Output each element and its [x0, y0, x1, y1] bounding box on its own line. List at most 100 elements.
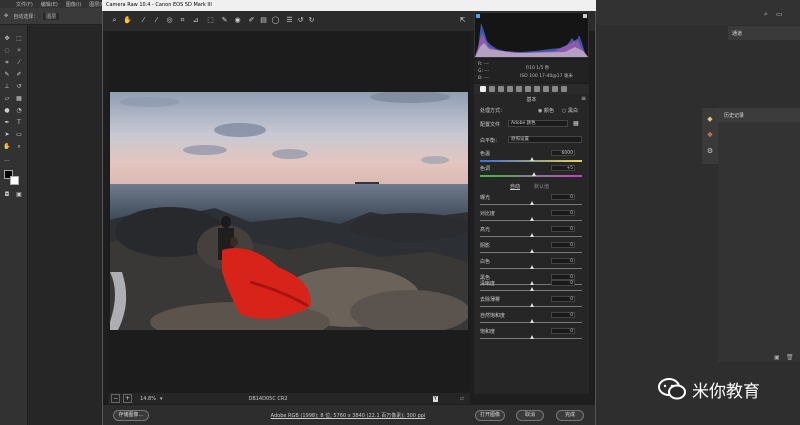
profile-dropdown[interactable]: Adobe 颜色	[508, 120, 568, 127]
white-balance-icon[interactable]: ⁄	[139, 16, 148, 25]
fullscreen-icon[interactable]: ⇱	[458, 16, 467, 25]
panel-menu-icon[interactable]: ≡	[581, 95, 586, 102]
hand-icon[interactable]: ✋	[123, 16, 132, 25]
quick-mask-icon[interactable]: ◘	[3, 191, 11, 199]
slider-thumb[interactable]	[530, 249, 534, 253]
tab-presets-icon[interactable]	[552, 86, 558, 92]
done-button[interactable]: 完成	[556, 410, 584, 421]
temp-slider-thumb[interactable]	[530, 157, 534, 161]
graduated-filter-icon[interactable]: ▤	[259, 16, 268, 25]
marquee-tool-icon[interactable]: ⬚	[15, 35, 23, 43]
tab-basic-icon[interactable]	[480, 86, 486, 92]
shadow-clip-icon[interactable]	[476, 14, 480, 18]
wb-dropdown[interactable]: 原照设置	[508, 136, 582, 143]
swatches-icon[interactable]: ❖	[705, 130, 715, 140]
tab-history[interactable]: 历史记录	[718, 108, 800, 122]
bw-radio[interactable]: ○ 黑白	[562, 107, 578, 114]
menu-image[interactable]: 图像(I)	[66, 1, 81, 8]
slider-value[interactable]: 0	[551, 210, 575, 216]
tab-hsl-icon[interactable]	[507, 86, 513, 92]
slider-thumb[interactable]	[530, 265, 534, 269]
preferences-icon[interactable]: ☰	[285, 16, 294, 25]
rotate-left-icon[interactable]: ↺	[296, 16, 305, 25]
tab-tone-curve-icon[interactable]	[489, 86, 495, 92]
save-image-button[interactable]: 存储图像…	[113, 410, 149, 421]
menu-file[interactable]: 文件(F)	[16, 1, 33, 8]
tab-snapshots-icon[interactable]	[561, 86, 567, 92]
background-color-swatch[interactable]	[10, 176, 19, 185]
targeted-adjust-icon[interactable]: ◎	[165, 16, 174, 25]
move-icon[interactable]: ✥	[4, 13, 8, 19]
open-image-button[interactable]: 打开图像	[475, 410, 505, 421]
profile-browser-icon[interactable]: ▦	[573, 120, 579, 127]
pen-tool-icon[interactable]: ✒	[3, 119, 11, 127]
color-radio[interactable]: ◉ 颜色	[538, 107, 554, 114]
screen-mode-icon[interactable]: ▣	[15, 191, 23, 199]
tint-slider[interactable]	[480, 175, 582, 177]
workspace-icon[interactable]: ▭	[776, 10, 783, 18]
adjustment-brush-icon[interactable]: ✐	[247, 16, 256, 25]
crop-tool-icon[interactable]: ⌗	[3, 59, 11, 67]
type-tool-icon[interactable]: T	[15, 119, 23, 127]
zoom-tool-icon[interactable]: ⌕	[15, 143, 23, 151]
slider-thumb[interactable]	[530, 319, 534, 323]
slider-value[interactable]: 0	[551, 296, 575, 302]
spot-removal-icon[interactable]: ✎	[220, 16, 229, 25]
slider-value[interactable]: 0	[551, 312, 575, 318]
dodge-icon[interactable]: ◔	[15, 107, 23, 115]
search-icon[interactable]: ⌕	[764, 10, 768, 19]
color-sampler-icon[interactable]: ⁄	[152, 16, 161, 25]
transform-icon[interactable]: ⬚	[206, 16, 215, 25]
compare-view-icon[interactable]: Y	[432, 395, 438, 402]
slider-thumb[interactable]	[530, 201, 534, 205]
slider-value[interactable]: 0	[551, 226, 575, 232]
zoom-icon[interactable]: ⌕	[110, 16, 119, 25]
auto-link[interactable]: 自动	[510, 183, 520, 190]
default-link[interactable]: 默认值	[534, 183, 549, 190]
slider-value[interactable]: 0	[551, 194, 575, 200]
stamp-tool-icon[interactable]: ⊥	[3, 83, 11, 91]
auto-select-dropdown[interactable]: 图层	[43, 12, 60, 20]
slider-thumb[interactable]	[530, 217, 534, 221]
eraser-icon[interactable]: ▱	[3, 95, 11, 103]
rotate-right-icon[interactable]: ↻	[307, 16, 316, 25]
tab-lens-icon[interactable]	[525, 86, 531, 92]
slider-value[interactable]: 0	[551, 280, 575, 286]
lasso-tool-icon[interactable]: ◌	[3, 47, 11, 55]
tab-calibration-icon[interactable]	[543, 86, 549, 92]
blur-icon[interactable]: ●	[3, 107, 11, 115]
tab-detail-icon[interactable]	[498, 86, 504, 92]
temp-value[interactable]: 6000	[551, 150, 575, 156]
slider-value[interactable]: 0	[551, 328, 575, 334]
delete-icon[interactable]: 🗑	[786, 354, 794, 361]
tab-channels[interactable]: 通道	[728, 26, 800, 40]
path-select-icon[interactable]: ➤	[3, 131, 11, 139]
new-snapshot-icon[interactable]: ▣	[774, 354, 780, 361]
radial-filter-icon[interactable]: ◯	[271, 16, 280, 25]
tab-split-toning-icon[interactable]	[516, 86, 522, 92]
workflow-options-link[interactable]: Adobe RGB (1998); 8 位; 5760 x 3840 (22.1…	[258, 412, 438, 419]
pencil-icon[interactable]: ✐	[15, 71, 23, 79]
menu-edit[interactable]: 编辑(E)	[41, 1, 58, 8]
red-eye-icon[interactable]: ◉	[233, 16, 242, 25]
slider-thumb[interactable]	[530, 303, 534, 307]
hand-tool-icon[interactable]: ✋	[3, 143, 11, 151]
tint-slider-thumb[interactable]	[532, 172, 536, 176]
slider-thumb[interactable]	[530, 335, 534, 339]
slider-thumb[interactable]	[530, 287, 534, 291]
properties-icon[interactable]: ⚙	[705, 146, 715, 156]
slider-value[interactable]: 0	[551, 242, 575, 248]
slider-thumb[interactable]	[530, 233, 534, 237]
slider-value[interactable]: 0	[551, 258, 575, 264]
history-brush-icon[interactable]: ↺	[15, 83, 23, 91]
move-tool-icon[interactable]: ✥	[3, 35, 11, 43]
zoom-dropdown-icon[interactable]: ▾	[160, 396, 163, 402]
zoom-level[interactable]: 14.8%	[140, 396, 156, 402]
highlight-clip-icon[interactable]	[583, 14, 587, 18]
history-icon[interactable]: ◆	[705, 114, 715, 124]
cancel-button[interactable]: 取消	[516, 410, 544, 421]
eyedropper-icon[interactable]: ⁄	[15, 59, 23, 67]
tint-value[interactable]: +5	[551, 165, 575, 171]
tab-effects-icon[interactable]	[534, 86, 540, 92]
more-tools-icon[interactable]: …	[3, 156, 11, 164]
